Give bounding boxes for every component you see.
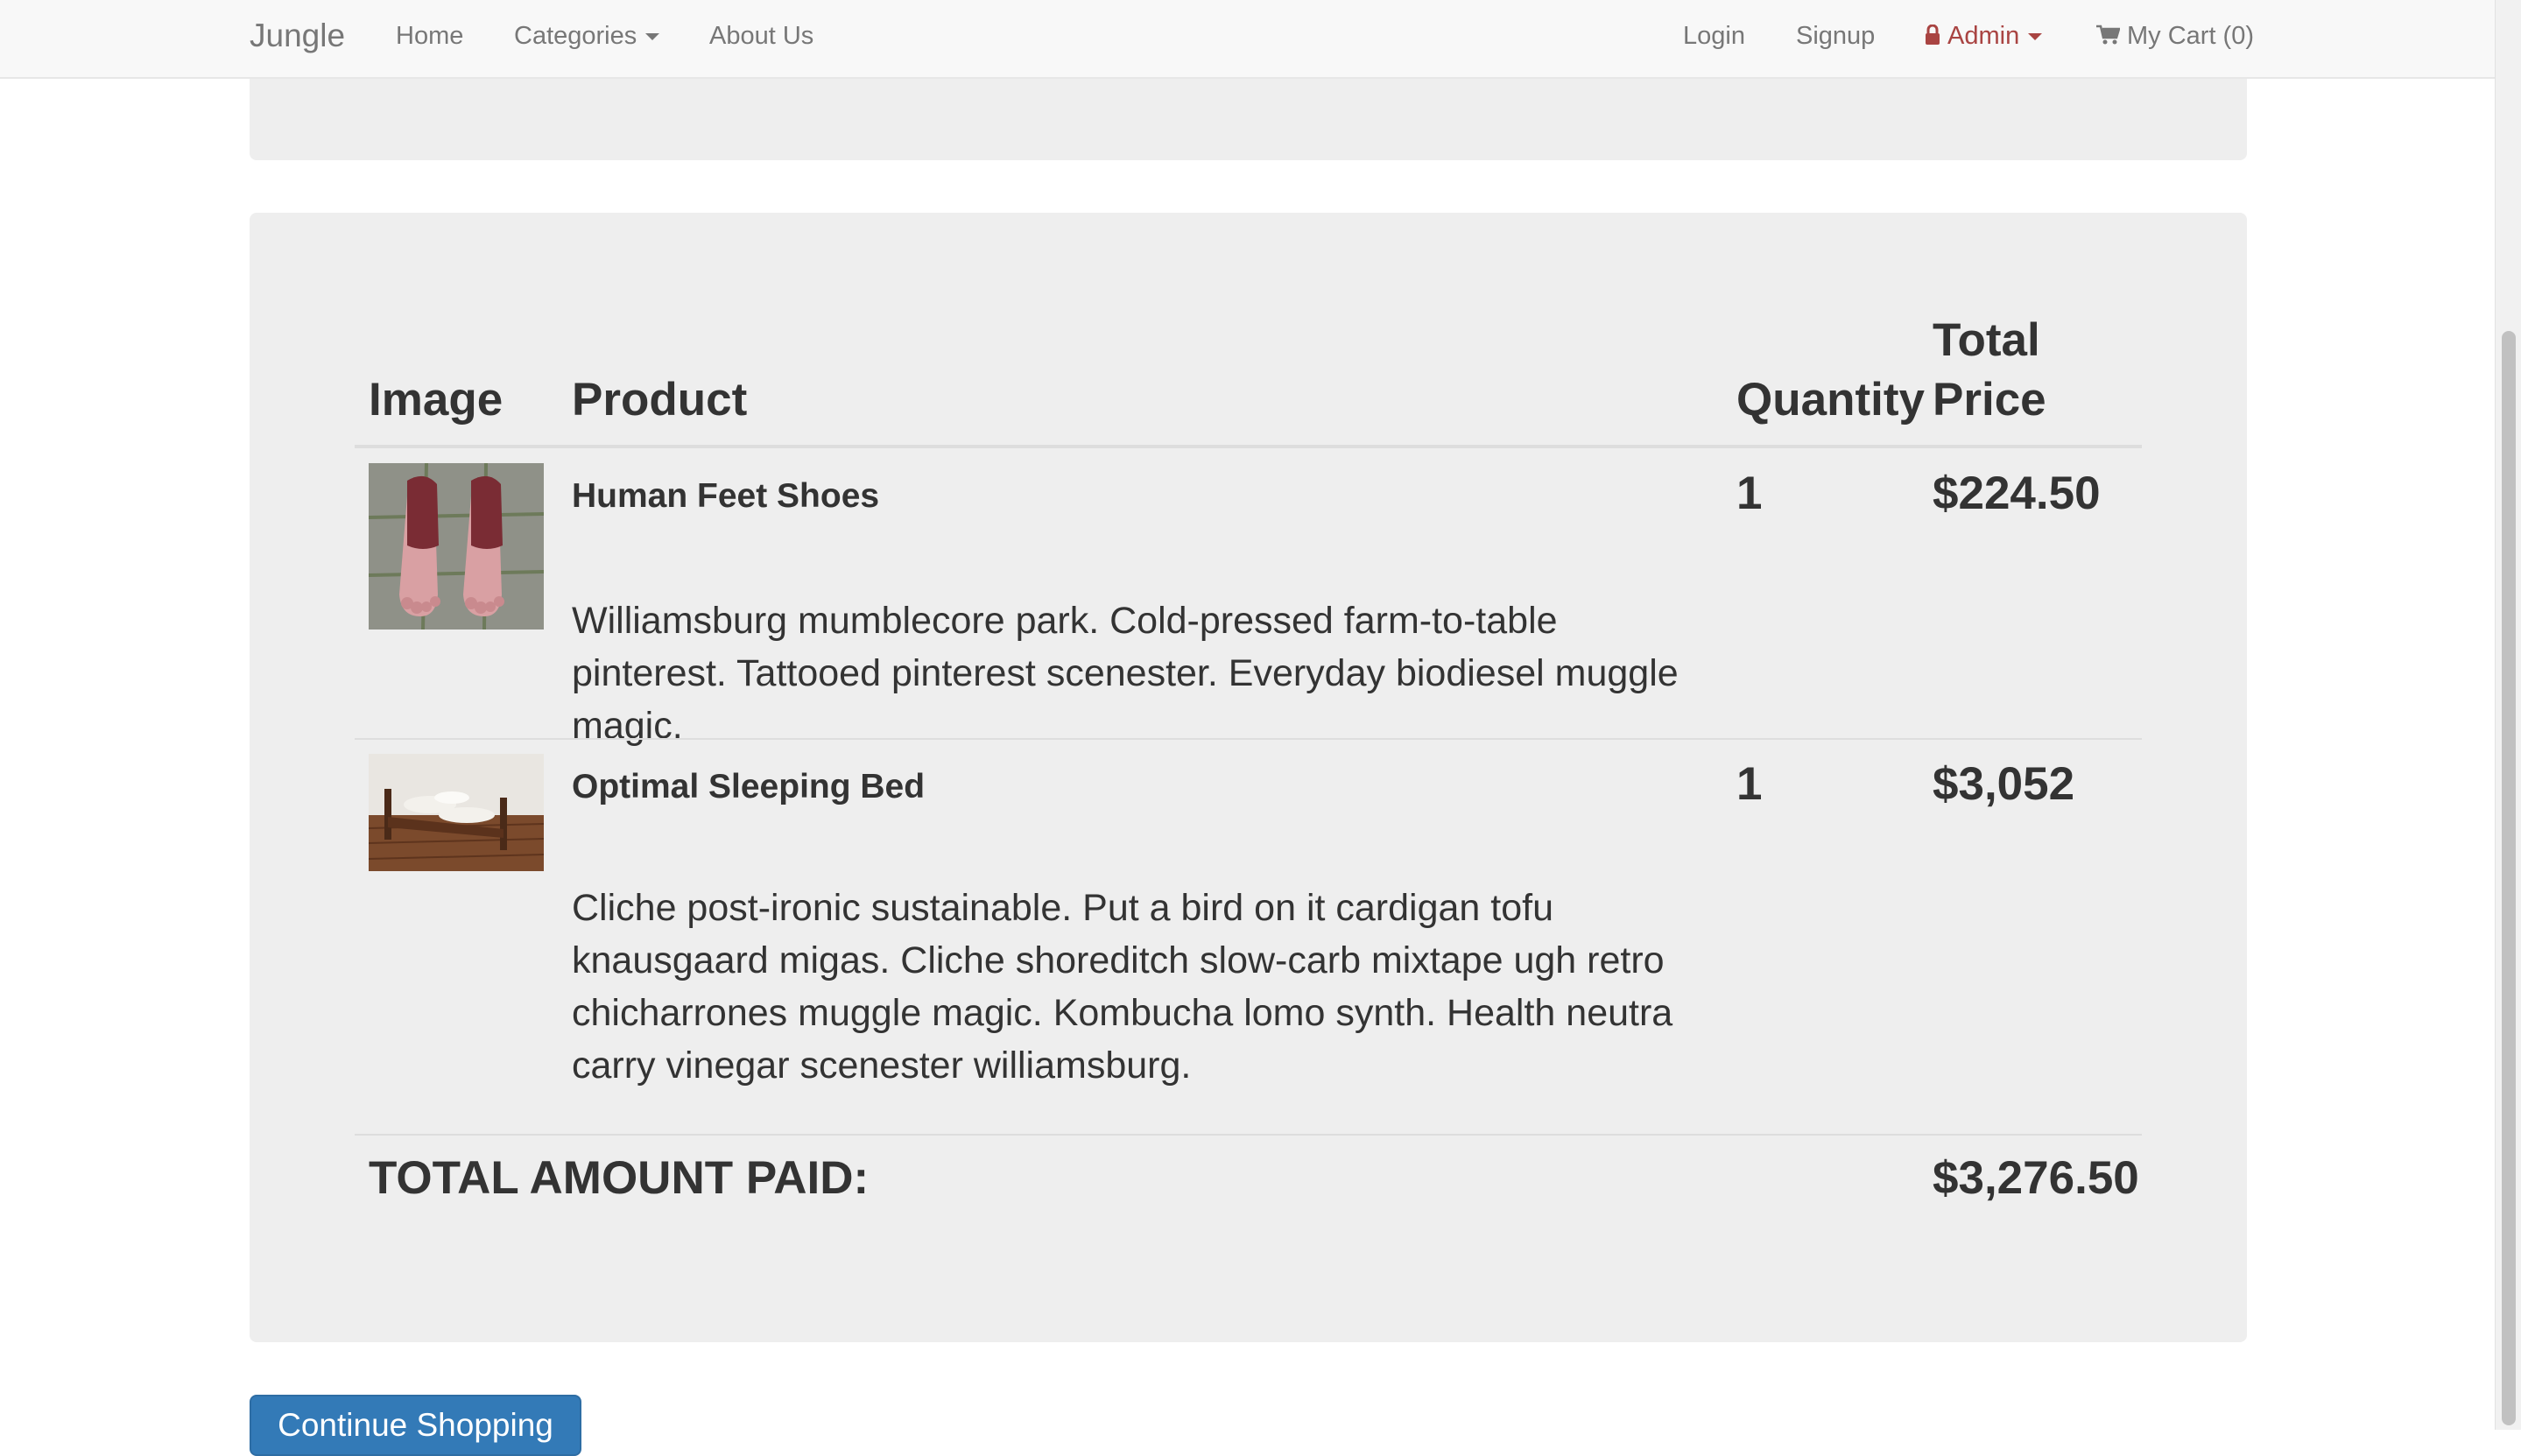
nav-categories-dropdown[interactable]: Categories: [514, 0, 660, 72]
row-divider: [355, 1134, 2142, 1136]
total-amount-label: TOTAL AMOUNT PAID:: [369, 1152, 870, 1204]
nav-home-link[interactable]: Home: [396, 0, 463, 72]
order-header-well: [250, 79, 2247, 160]
nav-about-link[interactable]: About Us: [709, 0, 813, 72]
nav-login-link[interactable]: Login: [1683, 0, 1745, 72]
column-header-product: Product: [572, 374, 748, 426]
nav-admin-label: Admin: [1947, 22, 2020, 50]
nav-signup-link[interactable]: Signup: [1796, 0, 1875, 72]
header-divider: [355, 445, 2142, 448]
product-description: Williamsburg mumblecore park. Cold-press…: [572, 600, 1679, 747]
scrollbar-thumb[interactable]: [2502, 331, 2516, 1425]
nav-admin-dropdown[interactable]: Admin: [1925, 0, 2043, 72]
caret-down-icon: [2028, 33, 2043, 41]
caret-down-icon: [645, 33, 660, 41]
product-quantity: 1: [1736, 758, 1763, 810]
product-description: Cliche post-ironic sustainable. Put a bi…: [572, 887, 1673, 1087]
product-total-price: $224.50: [1933, 468, 2101, 519]
nav-cart-link[interactable]: My Cart (0): [2095, 0, 2254, 72]
nav-categories-label: Categories: [514, 22, 637, 50]
top-navbar: Jungle Home Categories About Us Login Si…: [0, 0, 2495, 79]
product-total-price: $3,052: [1933, 758, 2075, 810]
total-amount-value: $3,276.50: [1933, 1152, 2139, 1204]
row-divider: [355, 738, 2142, 740]
cart-icon: [2096, 25, 2120, 45]
product-image-bed: [369, 754, 544, 871]
product-quantity: 1: [1736, 468, 1763, 519]
nav-cart-label: My Cart (0): [2127, 22, 2254, 50]
product-name: Optimal Sleeping Bed: [572, 768, 926, 805]
column-header-quantity: Quantity: [1736, 374, 1925, 426]
lock-icon: [1926, 25, 1940, 45]
page-scrollbar[interactable]: [2495, 0, 2521, 1430]
column-header-image: Image: [369, 374, 503, 426]
column-header-total-price: Total Price: [1933, 314, 2046, 426]
brand-link[interactable]: Jungle: [250, 0, 345, 72]
product-image-shoes: [369, 463, 544, 630]
product-name: Human Feet Shoes: [572, 477, 880, 515]
continue-shopping-button[interactable]: Continue Shopping: [250, 1395, 581, 1456]
